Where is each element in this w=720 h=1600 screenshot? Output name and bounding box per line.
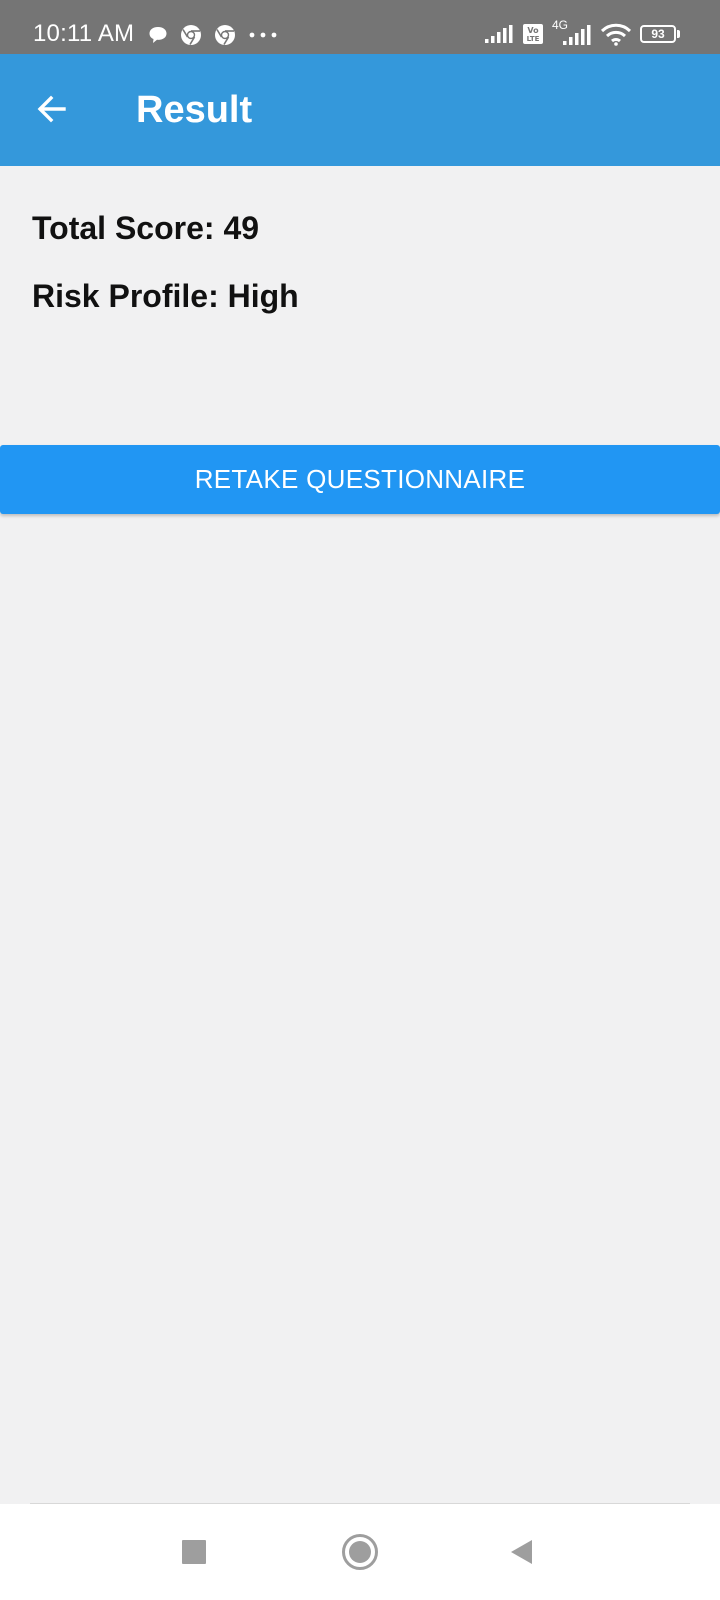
svg-text:LTE: LTE bbox=[527, 35, 540, 43]
nav-back-button[interactable] bbox=[492, 1524, 552, 1584]
arrow-left-icon bbox=[34, 91, 70, 132]
4g-signal-icon: 4G bbox=[552, 19, 592, 47]
recents-button[interactable] bbox=[164, 1524, 224, 1584]
app-bar: Result bbox=[0, 54, 720, 166]
home-button[interactable] bbox=[330, 1524, 390, 1584]
status-system-icons: Vo LTE 4G 93 bbox=[484, 19, 680, 48]
result-summary: Total Score: 49 Risk Profile: High bbox=[32, 208, 299, 316]
total-score-text: Total Score: 49 bbox=[32, 210, 260, 246]
more-dots-icon bbox=[248, 31, 278, 39]
volte-icon: Vo LTE bbox=[522, 23, 544, 45]
wifi-icon bbox=[600, 22, 632, 46]
page-title: Result bbox=[136, 89, 253, 131]
home-circle-icon bbox=[341, 1533, 379, 1576]
status-notification-icons bbox=[148, 22, 278, 48]
chrome-icon bbox=[214, 24, 236, 46]
status-bar: 10:11 AM Vo LTE 4G 93 bbox=[0, 0, 720, 54]
system-nav-bar bbox=[0, 1504, 720, 1600]
signal-icon bbox=[484, 24, 514, 44]
status-time: 10:11 AM bbox=[33, 20, 135, 47]
back-button[interactable] bbox=[22, 81, 82, 141]
chrome-icon bbox=[180, 24, 202, 46]
battery-level: 93 bbox=[651, 27, 665, 41]
battery-icon: 93 bbox=[640, 25, 680, 43]
back-triangle-icon bbox=[508, 1538, 536, 1571]
chat-bubble-icon bbox=[148, 25, 168, 45]
retake-questionnaire-button[interactable]: RETAKE QUESTIONNAIRE bbox=[0, 445, 720, 514]
svg-text:Vo: Vo bbox=[527, 26, 539, 35]
recents-square-icon bbox=[181, 1539, 207, 1570]
risk-profile-text: Risk Profile: High bbox=[32, 278, 299, 314]
